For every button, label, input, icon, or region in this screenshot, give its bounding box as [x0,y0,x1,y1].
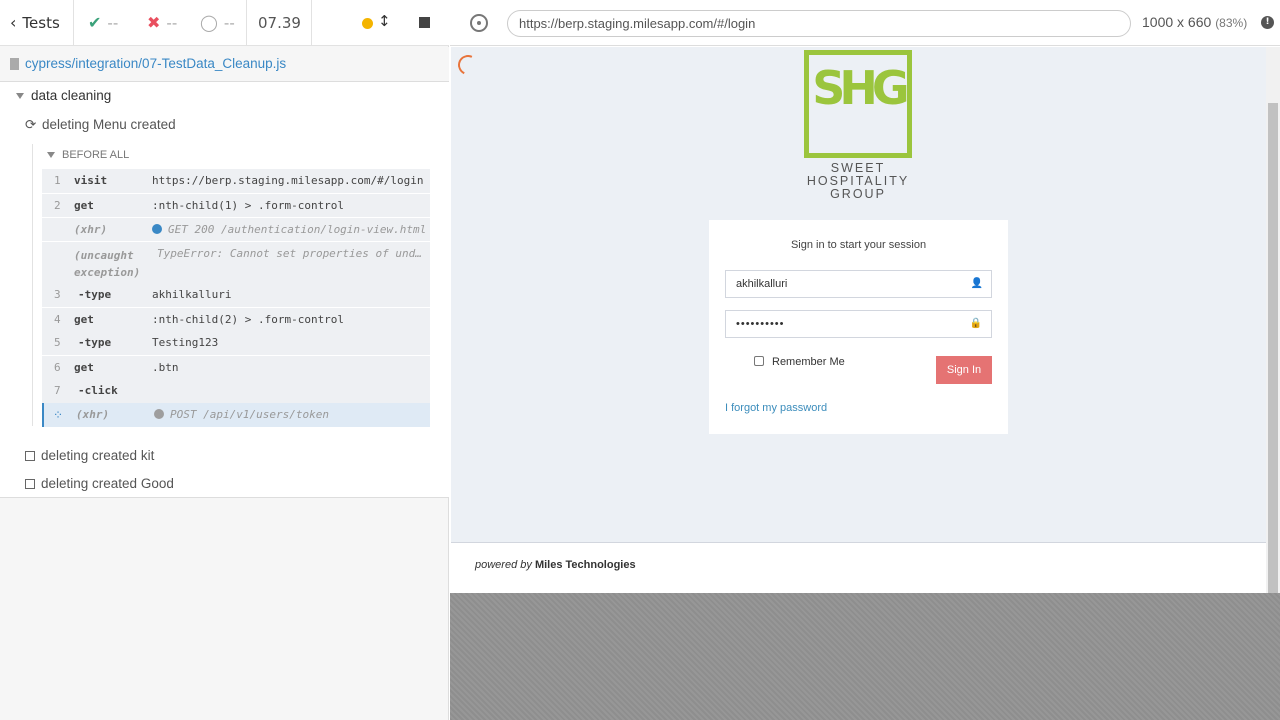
square-icon [25,451,35,461]
command-row[interactable]: 6 get .btn [42,355,430,379]
lock-icon: 🔒 [969,318,983,329]
test-item[interactable]: deleting created kit [25,448,154,463]
circle-notch-icon: ◯ [200,13,218,32]
caret-down-icon [16,93,24,100]
failed-count: ✖ -- [147,13,178,32]
url-bar[interactable]: https://berp.staging.milesapp.com/#/logi… [507,10,1131,37]
stop-button[interactable] [419,17,430,28]
forgot-password-link[interactable]: I forgot my password [725,402,827,414]
file-icon [10,58,19,70]
command-row[interactable]: 4 get :nth-child(2) > .form-control [42,307,430,331]
hook-section: BEFORE ALL 1 visit https://berp.staging.… [32,144,430,427]
aut-background [450,593,1280,720]
spec-file-path: cypress/integration/07-TestData_Cleanup.… [0,47,449,82]
square-icon [25,479,35,489]
refresh-icon: ⟳ [25,117,37,132]
runnables-list: data cleaning ⟳ deleting Menu created BEF… [0,82,449,498]
command-row[interactable]: 2 get :nth-child(1) > .form-control [42,193,430,217]
xhr-event-row[interactable]: (xhr) GET 200 /authentication/login-view… [42,217,430,241]
hook-title[interactable]: BEFORE ALL [47,149,129,161]
pending-count: ◯ -- [200,13,235,32]
logo-wordmark: SWEET HOSPITALITY GROUP [806,161,910,201]
command-row[interactable]: 5 -type Testing123 [42,331,430,355]
command-row[interactable]: 7 -click [42,379,430,403]
test-item[interactable]: ⟳ deleting Menu created [25,117,176,133]
divider [73,0,74,46]
status-dot-icon [154,409,164,419]
passed-count: ✔ -- [88,13,119,32]
spec-file-link[interactable]: cypress/integration/07-TestData_Cleanup.… [25,56,286,71]
divider [311,0,312,46]
aut-header: https://berp.staging.milesapp.com/#/logi… [450,0,1280,46]
run-duration: 07.39 [258,14,301,32]
test-item[interactable]: deleting created Good [25,476,174,491]
cypress-reporter-panel: ‹ Tests ✔ -- ✖ -- ◯ -- 07.39 ↕ cypress/integ… [0,0,449,720]
tests-back-button[interactable]: ‹ Tests [10,0,60,46]
viewport-size: 1000 x 660 (83%) [1142,14,1248,30]
suite-title[interactable]: data cleaning [16,88,111,103]
remember-me-checkbox[interactable]: Remember Me [754,356,845,368]
caret-down-icon [47,152,55,159]
chevron-left-icon: ‹ [10,13,17,32]
aut-scrollbar[interactable] [1266,47,1280,628]
spinner-icon: ⁘ [53,408,64,422]
exception-event-row[interactable]: (uncaught exception) TypeError: Cannot s… [42,241,430,283]
app-footer: powered by Miles Technologies [451,542,1266,593]
crosshair-icon[interactable] [470,14,488,32]
loading-icon [455,52,481,78]
divider [246,0,247,46]
login-box: Sign in to start your session akhilkallu… [709,220,1008,434]
command-row[interactable]: 1 visit https://berp.staging.milesapp.co… [42,169,430,193]
auto-scroll-toggle[interactable]: ↕ [378,12,391,30]
user-icon: 👤 [970,278,983,289]
logo-monogram: SHG [812,61,909,115]
username-input[interactable]: akhilkalluri 👤 [725,270,992,298]
check-icon: ✔ [88,13,102,32]
reporter-stats-bar: ‹ Tests ✔ -- ✖ -- ◯ -- 07.39 ↕ [0,0,449,46]
info-icon[interactable]: ! [1261,16,1274,29]
cross-icon: ✖ [147,13,161,32]
login-message: Sign in to start your session [790,239,927,251]
sign-in-button[interactable]: Sign In [936,356,992,384]
command-list: 1 visit https://berp.staging.milesapp.co… [42,169,430,427]
aut-iframe: SHG SWEET HOSPITALITY GROUP Sign in to s… [451,47,1266,593]
status-dot-icon [152,224,162,234]
checkbox-icon [754,356,764,366]
command-row[interactable]: 3 -type akhilkalluri [42,283,430,307]
scrollbar-thumb[interactable] [1268,103,1278,628]
xhr-event-row-active[interactable]: ⁘ (xhr) POST /api/v1/users/token [42,403,430,427]
running-status-icon [362,18,373,29]
password-input[interactable]: •••••••••• 🔒 [725,310,992,338]
powered-by: powered by Miles Technologies [475,559,636,571]
brand-logo: SHG [804,50,912,158]
